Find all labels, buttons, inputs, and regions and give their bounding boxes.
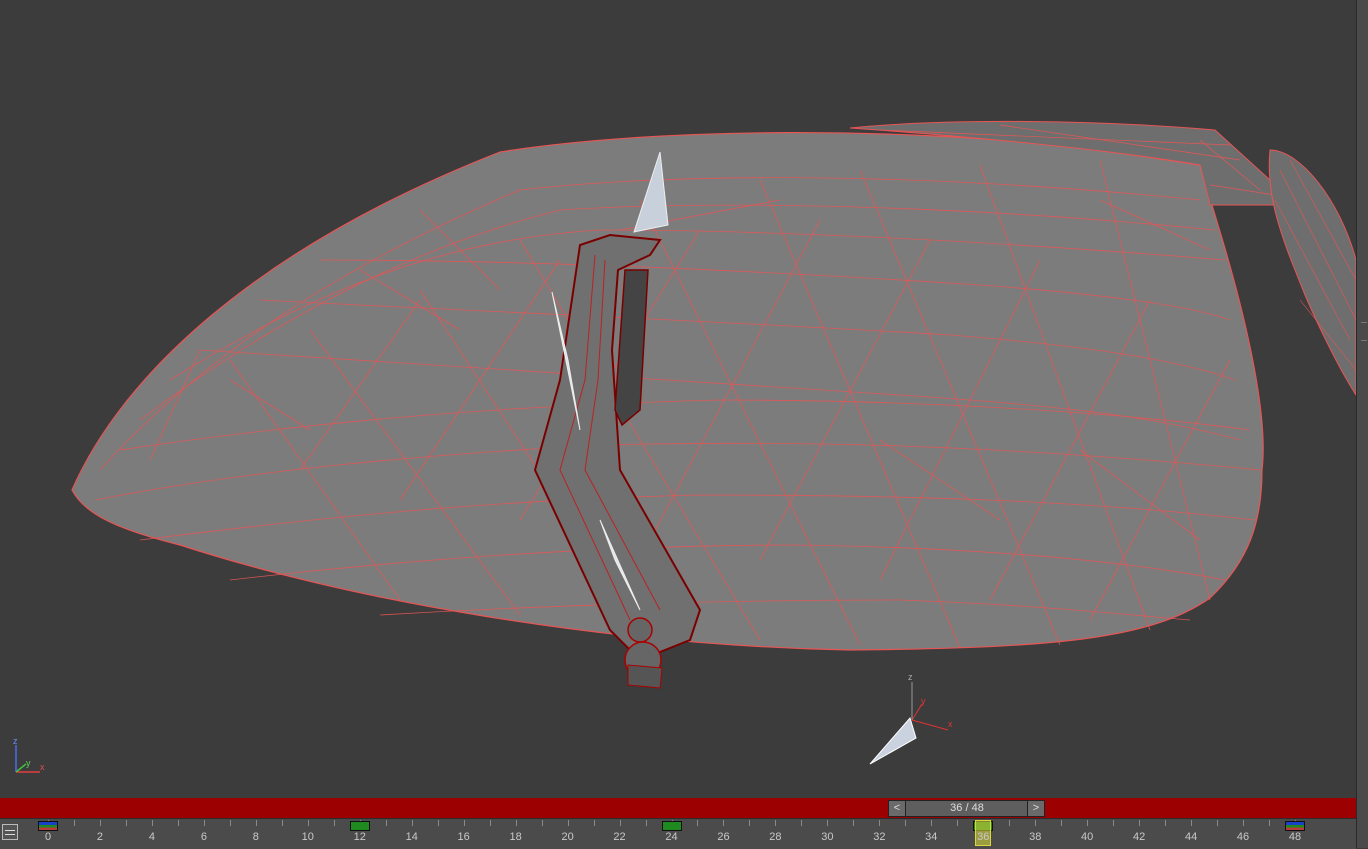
- frame-label: 32: [873, 831, 886, 843]
- frame-tick: [1139, 820, 1141, 826]
- frame-ruler[interactable]: 0 2 4 6 8 10 12 14 16 18 20 22 24 26 28 30 32 34 36 38 40 42 4…: [38, 819, 1350, 849]
- frame-tick: [437, 820, 439, 826]
- frame-tick: [1113, 820, 1115, 826]
- world-axis-y-label: y: [26, 758, 31, 768]
- frame-label: 24: [665, 831, 678, 843]
- keyframe-marker[interactable]: [661, 821, 682, 831]
- frame-tick: [723, 820, 725, 826]
- frame-tick: [281, 820, 283, 826]
- frame-tick: [567, 820, 569, 826]
- frame-tick: [853, 820, 855, 826]
- frame-tick: [1217, 820, 1219, 826]
- frame-tick: [1191, 820, 1193, 826]
- frame-label: 28: [769, 831, 782, 843]
- frame-tick: [125, 820, 127, 826]
- frame-label: 34: [925, 831, 938, 843]
- frame-tick: [697, 820, 699, 826]
- frame-tick: [255, 820, 257, 826]
- frame-tick: [73, 820, 75, 826]
- frame-label: 42: [1133, 831, 1146, 843]
- frame-tick: [489, 820, 491, 826]
- scrollbar-tick: [1361, 322, 1367, 323]
- frame-tick: [593, 820, 595, 826]
- frame-tick: [203, 820, 205, 826]
- frame-label: 20: [561, 831, 574, 843]
- world-axis-x-label: x: [40, 762, 45, 772]
- prev-frame-button[interactable]: <: [889, 801, 906, 816]
- frame-label: 2: [96, 831, 104, 843]
- frame-tick: [307, 820, 309, 826]
- frame-tick: [645, 820, 647, 826]
- frame-label: 6: [200, 831, 207, 843]
- scrollbar-tick: [1361, 340, 1367, 341]
- frame-tick: [1269, 820, 1271, 826]
- world-axis-z-label: z: [13, 736, 18, 746]
- frame-label: 12: [353, 831, 366, 843]
- keyframe-marker[interactable]: [349, 821, 370, 831]
- frame-label: 44: [1184, 831, 1198, 843]
- frame-tick: [827, 820, 829, 826]
- frame-tick: [1061, 820, 1063, 826]
- time-bar: [0, 798, 1356, 818]
- frame-tick: [749, 820, 751, 826]
- frame-tick: [515, 820, 517, 826]
- viewport-scrollbar[interactable]: [1356, 0, 1368, 848]
- frame-label: 40: [1081, 831, 1094, 843]
- frame-tick: [99, 820, 101, 826]
- frame-label: 36: [977, 831, 990, 843]
- frame-label: 10: [301, 831, 314, 843]
- object-axis-gizmo[interactable]: x y z: [869, 672, 953, 765]
- frame-tick: [385, 820, 387, 826]
- frame-tick: [801, 820, 803, 826]
- scene-canvas[interactable]: x y z z y x: [0, 0, 1356, 798]
- world-axis-gizmo: z y x: [13, 736, 45, 773]
- frame-tick: [1035, 820, 1037, 826]
- time-slider[interactable]: < 36 / 48 >: [888, 800, 1045, 817]
- curve-editor-icon[interactable]: [2, 824, 18, 840]
- frame-tick: [463, 820, 465, 826]
- frame-tick: [151, 820, 153, 826]
- perspective-viewport[interactable]: x y z z y x: [0, 0, 1356, 798]
- frame-label: 4: [148, 831, 155, 843]
- time-slider-thumb[interactable]: 36 / 48: [906, 801, 1028, 816]
- frame-tick: [905, 820, 907, 826]
- frame-tick: [541, 820, 543, 826]
- frame-label: 30: [821, 831, 834, 843]
- frame-tick: [775, 820, 777, 826]
- frame-tick: [1243, 820, 1245, 826]
- frame-tick: [1165, 820, 1167, 826]
- frame-tick: [957, 820, 959, 826]
- frame-tick: [229, 820, 231, 826]
- object-axis-y-label: y: [921, 696, 926, 706]
- frame-label: 18: [509, 831, 522, 843]
- frame-tick: [1087, 820, 1089, 826]
- frame-label: 16: [457, 831, 470, 843]
- frame-label: 8: [252, 831, 259, 843]
- frame-label: 0: [44, 831, 52, 843]
- next-frame-button[interactable]: >: [1027, 801, 1044, 816]
- object-axis-x-label: x: [948, 719, 953, 729]
- track-bar[interactable]: 0 2 4 6 8 10 12 14 16 18 20 22 24 26 28 30 32 34 36 38 40 42 4…: [0, 818, 1356, 849]
- frame-label: 22: [613, 831, 626, 843]
- keyframe-marker[interactable]: [1285, 821, 1305, 831]
- frame-label: 46: [1236, 831, 1250, 843]
- frame-label: 26: [717, 831, 730, 843]
- frame-label: 38: [1029, 831, 1042, 843]
- keyframe-marker[interactable]: [38, 821, 58, 831]
- fender-mesh: [1268, 149, 1356, 396]
- frame-tick: [411, 820, 413, 826]
- frame-tick: [1009, 820, 1011, 826]
- frame-tick: [931, 820, 933, 826]
- object-axis-z-label: z: [908, 672, 913, 682]
- frame-tick: [177, 820, 179, 826]
- frame-label: 14: [405, 831, 418, 843]
- frame-label: 48: [1288, 831, 1302, 843]
- frame-tick: [619, 820, 621, 826]
- frame-tick: [879, 820, 881, 826]
- frame-tick: [333, 820, 335, 826]
